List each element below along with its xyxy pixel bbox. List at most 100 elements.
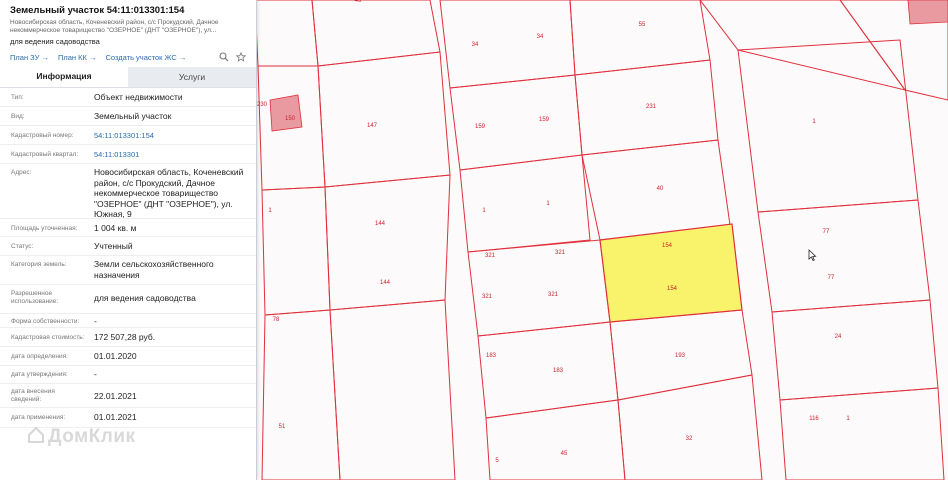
info-row-address: Адрес: Новосибирская область, Коченевски… <box>0 164 256 219</box>
info-row-date-determined: дата определения: 01.01.2020 <box>0 347 256 366</box>
parcel-boundary[interactable] <box>261 309 341 480</box>
info-value: Земельный участок <box>94 111 172 121</box>
parcel-number-label: 147 <box>367 123 378 129</box>
parcel-boundary[interactable] <box>459 154 591 253</box>
parcel-boundary[interactable] <box>771 299 939 401</box>
info-row-area: Площадь уточненная: 1 004 кв. м <box>0 219 256 237</box>
parcel-number-label: 150 <box>285 116 296 122</box>
parcel-boundary[interactable] <box>324 174 451 311</box>
info-label: дата утверждения: <box>11 371 68 378</box>
mouse-cursor-icon <box>808 249 817 262</box>
info-value: Объект недвижимости <box>94 92 183 102</box>
parcel-number-label: 46 <box>355 0 362 4</box>
parcel-number-label: 144 <box>380 280 391 286</box>
parcel-number-label: 1 <box>846 416 850 422</box>
info-label: Кадастровая стоимость: <box>11 334 85 341</box>
selected-parcel[interactable] <box>599 223 743 323</box>
parcel-boundary[interactable] <box>311 0 441 67</box>
info-label: Вид: <box>11 113 25 120</box>
info-row-cad-number: Кадастровый номер: 54:11:013301:154 <box>0 126 256 145</box>
tab-information[interactable]: Информация <box>0 67 128 87</box>
parcel-number-label: 45 <box>561 451 568 457</box>
parcel-number-label: 77 <box>828 275 835 281</box>
parcel-boundary[interactable] <box>485 399 626 480</box>
parcel-boundary[interactable] <box>317 51 451 188</box>
parcel-number-label: 24 <box>835 334 842 340</box>
parcel-boundary[interactable] <box>737 39 919 213</box>
parcel-number-label: 183 <box>553 368 564 374</box>
plan-zu-link[interactable]: План ЗУ → <box>10 53 49 62</box>
parcel-boundary[interactable] <box>699 0 907 91</box>
search-icon[interactable] <box>219 52 229 62</box>
header-links: План ЗУ → План КК → Создать участок ЖС → <box>10 51 246 63</box>
parcel-title: Земельный участок 54:11:013301:154 <box>10 5 185 16</box>
parcel-number-label: 159 <box>475 124 486 130</box>
parcel-number-label: 78 <box>273 317 280 323</box>
parcel-boundary[interactable] <box>617 374 763 480</box>
info-panel: Земельный участок 54:11:013301:154 Новос… <box>0 0 257 480</box>
building-footprint <box>269 94 303 132</box>
info-label: дата определения: <box>11 353 68 360</box>
parcel-boundary[interactable] <box>569 0 711 76</box>
info-row-ownership: Форма собственности: - <box>0 314 256 328</box>
parcel-number-label: 230 <box>257 102 268 108</box>
parcel-number-label: 159 <box>539 117 550 123</box>
parcel-number-label: 55 <box>639 22 646 28</box>
parcel-boundary[interactable] <box>439 0 576 89</box>
cad-quarter-link[interactable]: 54:11:013301 <box>94 150 254 161</box>
info-label: дата внесения сведений: <box>11 388 55 403</box>
parcel-number-label: 34 <box>472 42 479 48</box>
plan-kk-link[interactable]: План КК → <box>58 53 97 62</box>
create-parcel-link[interactable]: Создать участок ЖС → <box>105 53 186 62</box>
info-label: Разрешенное использование: <box>11 290 59 305</box>
parcel-boundary[interactable] <box>449 74 583 171</box>
parcel-number-label: 32 <box>686 436 693 442</box>
panel-header: Земельный участок 54:11:013301:154 Новос… <box>0 0 256 63</box>
info-value: 22.01.2021 <box>94 391 137 401</box>
parcel-number-label: 1 <box>268 208 272 214</box>
parcel-number-label: 1 <box>812 119 816 125</box>
panel-tabs: Информация Услуги <box>0 67 256 88</box>
info-label: Адрес: <box>11 169 32 176</box>
parcel-permitted-use: для ведения садоводства <box>10 37 100 46</box>
info-value: Новосибирская область, Коченевский район… <box>94 167 244 219</box>
info-row-allowed-use: Разрешенное использование: для ведения с… <box>0 285 256 314</box>
info-label: Статус: <box>11 243 34 250</box>
parcel-number-label: 116 <box>809 416 819 422</box>
info-row-date-entered: дата внесения сведений: 22.01.2021 <box>0 384 256 408</box>
parcel-number-label: 144 <box>375 221 386 227</box>
parcel-number-label: 40 <box>657 186 664 192</box>
parcel-number-label: 1 <box>546 201 550 207</box>
parcel-address-short: Новосибирская область, Коченевский район… <box>10 19 219 34</box>
cad-number-link[interactable]: 54:11:013301:154 <box>94 131 254 142</box>
info-row-kind: Вид: Земельный участок <box>0 107 256 126</box>
info-label: Форма собственности: <box>11 318 80 325</box>
parcel-boundary[interactable] <box>261 186 331 316</box>
info-row-type: Тип: Объект недвижимости <box>0 88 256 107</box>
info-value: - <box>94 316 97 326</box>
parcel-number-label: 5 <box>495 458 499 464</box>
parcel-boundary[interactable] <box>477 321 619 419</box>
building-footprint <box>907 0 948 25</box>
info-label: Тип: <box>11 94 24 101</box>
info-value: для ведения садоводства <box>94 293 196 303</box>
info-label: Площадь уточненная: <box>11 225 78 232</box>
info-row-cad-quarter: Кадастровый квартал: 54:11:013301 <box>0 145 256 164</box>
parcel-boundary[interactable] <box>329 299 456 480</box>
parcel-number-label: 183 <box>486 353 497 359</box>
info-value: 1 004 кв. м <box>94 223 137 233</box>
tab-services[interactable]: Услуги <box>128 67 256 87</box>
parcel-number-label: 34 <box>537 34 544 40</box>
info-row-cad-value: Кадастровая стоимость: 172 507,28 руб. <box>0 328 256 347</box>
parcel-boundary[interactable] <box>254 0 319 67</box>
favorite-star-icon[interactable] <box>236 52 246 62</box>
info-value: 172 507,28 руб. <box>94 332 156 342</box>
parcel-number-label: 77 <box>823 229 830 235</box>
info-value: 01.01.2020 <box>94 351 137 361</box>
info-value: Земли сельскохозяйственного назначения <box>94 259 214 280</box>
info-row-date-applied: дата применения: 01.01.2021 <box>0 408 256 428</box>
parcel-number-label: 154 <box>667 286 678 292</box>
parcel-boundary[interactable] <box>779 387 945 480</box>
parcel-number-label: 1 <box>482 208 486 214</box>
parcel-boundary[interactable] <box>757 199 931 313</box>
